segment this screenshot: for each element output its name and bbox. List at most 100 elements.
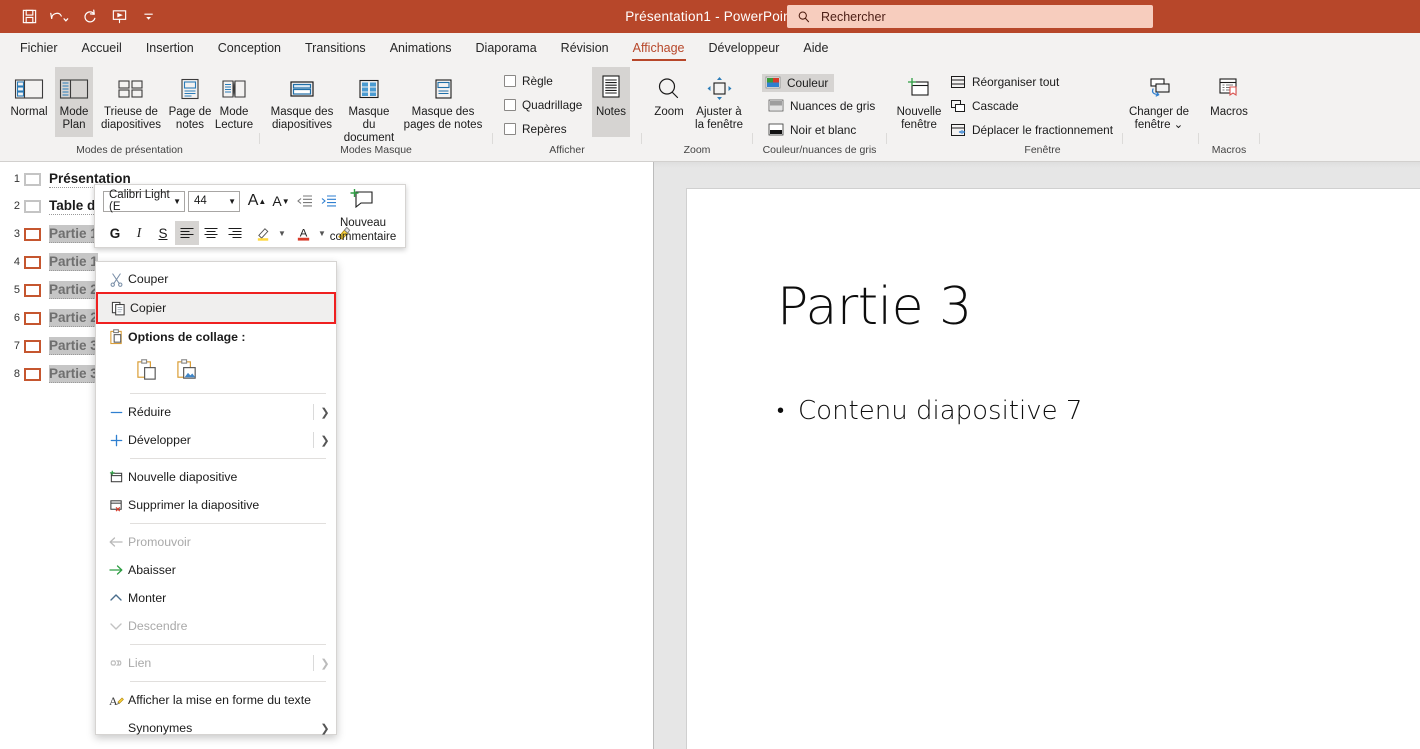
customize-qat-icon[interactable] [134,4,164,30]
checkbox-gridlines[interactable]: Quadrillage [504,98,582,112]
guides-checkbox[interactable] [504,123,516,135]
slide-thumb-icon [24,255,41,269]
menu-item-couper[interactable]: Couper [96,265,336,293]
shrink-font-button[interactable]: A ▼ [269,189,293,213]
tab-animations[interactable]: Animations [378,33,464,63]
gridlines-checkbox[interactable] [504,99,516,111]
checkbox-rule[interactable]: Règle [504,74,553,88]
outline-row-8[interactable]: 8 Partie 3 [4,362,98,386]
search-box[interactable]: Rechercher [787,5,1153,28]
menu-separator-4 [130,644,326,645]
bold-button[interactable]: G [103,221,127,245]
font-name-combo[interactable]: Calibri Light (E ▼ [103,189,185,213]
paste-keep-text-only-icon[interactable] [134,356,160,384]
menu-item-synonymes[interactable]: Synonymes ❯ [96,714,336,742]
move-split-button[interactable]: Déplacer le fractionnement [950,122,1113,138]
zoom-button[interactable]: Zoom [646,67,692,119]
italic-button[interactable]: I [127,221,151,245]
chevron-down-icon[interactable]: ▼ [228,197,236,206]
slide-canvas[interactable]: Partie 3 • Contenu diapositive 7 [686,188,1420,749]
font-color-icon[interactable]: A [291,221,315,245]
menu-item-copier[interactable]: Copier [96,292,336,324]
grow-font-label: A [247,192,259,209]
decrease-indent-icon[interactable] [293,189,317,213]
outline-row-6[interactable]: 6 Partie 2 [4,306,98,330]
menu-item-descendre: Descendre [96,612,336,640]
notes-master-button[interactable]: Masque des pages de notes [398,67,488,132]
outline-title: Partie 1 [49,225,98,243]
underline-button[interactable]: S [151,221,175,245]
tab-transitions[interactable]: Transitions [293,33,378,63]
tab-developpeur[interactable]: Développeur [697,33,792,63]
outline-row-4[interactable]: 4 Partie 1 [4,250,98,274]
switch-windows-label-2: fenêtre ⌄ [1134,119,1184,131]
menu-item-supprimer-diapositive[interactable]: Supprimer la diapositive [96,491,336,519]
new-comment-button[interactable]: Nouveau commentaire [327,188,399,244]
slide-master-button[interactable]: Masque des diapositives [263,67,341,132]
new-window-button[interactable]: Nouvelle fenêtre [890,67,948,132]
caret-up-icon: ▲ [258,196,267,206]
arrange-all-button[interactable]: Réorganiser tout [950,74,1059,90]
view-reading-button[interactable]: Mode Lecture [212,67,256,132]
paste-picture-icon[interactable] [174,356,200,384]
align-left-icon[interactable] [175,221,199,245]
menu-item-traduire[interactable]: あ Traduire [96,742,336,749]
handout-master-icon [354,72,384,106]
align-right-icon[interactable] [223,221,247,245]
start-slideshow-icon[interactable] [104,4,134,30]
view-slide-sorter-button[interactable]: Trieuse de diapositives [95,67,167,132]
menu-item-abaisser[interactable]: Abaisser [96,556,336,584]
slide-body-placeholder[interactable]: • Contenu diapositive 7 [777,396,1082,426]
chevron-right-icon: ❯ [320,434,330,447]
view-notes-page-button[interactable]: Page de notes [167,67,213,132]
grow-font-button[interactable]: A ▲ [245,189,269,213]
font-size-combo[interactable]: 44 ▼ [188,190,240,212]
slide-title-placeholder[interactable]: Partie 3 [777,277,972,337]
menu-item-nouvelle-diapositive[interactable]: Nouvelle diapositive [96,463,336,491]
color-button[interactable]: Couleur [762,74,835,92]
tab-aide[interactable]: Aide [791,33,840,63]
menu-item-reduire[interactable]: Réduire ❯ [96,398,336,426]
tab-fichier[interactable]: Fichier [8,33,70,63]
outline-title: Partie 3 [49,365,98,383]
undo-icon[interactable] [44,4,74,30]
fit-to-window-button[interactable]: Ajuster à la fenêtre [690,67,748,132]
tab-revision[interactable]: Révision [549,33,621,63]
menu-label-developper: Développer [128,433,191,447]
cascade-button[interactable]: Cascade [950,98,1019,114]
macros-icon [1214,72,1244,106]
redo-icon[interactable] [74,4,104,30]
notes-button[interactable]: Notes [592,67,630,137]
tab-affichage[interactable]: Affichage [621,33,697,63]
handout-master-button[interactable]: Masque du document [341,67,397,145]
paste-icon [104,329,128,345]
tab-accueil[interactable]: Accueil [70,33,134,63]
macros-button[interactable]: Macros [1202,67,1256,119]
outline-row-3[interactable]: 3 Partie 1 [4,222,98,246]
outline-view-icon [59,72,89,106]
black-and-white-button[interactable]: Noir et blanc [768,122,856,138]
switch-windows-label-1: Changer de [1128,106,1190,118]
tab-conception[interactable]: Conception [206,33,293,63]
switch-windows-button[interactable]: Changer de fenêtre ⌄ [1124,67,1194,132]
menu-item-monter[interactable]: Monter [96,584,336,612]
rule-checkbox[interactable] [504,75,516,87]
menu-item-developper[interactable]: Développer ❯ [96,426,336,454]
grayscale-button[interactable]: Nuances de gris [768,98,875,114]
slide-thumb-icon [24,339,41,353]
tab-insertion[interactable]: Insertion [134,33,206,63]
outline-row-7[interactable]: 7 Partie 3 [4,334,98,358]
chevron-down-icon[interactable]: ▼ [173,197,181,206]
group-label-show: Afficher [549,144,585,156]
tab-diaporama[interactable]: Diaporama [464,33,549,63]
align-center-icon[interactable] [199,221,223,245]
outline-row-5[interactable]: 5 Partie 2 [4,278,98,302]
view-outline-button[interactable]: Mode Plan [55,67,93,137]
menu-item-afficher-mise-en-forme[interactable]: A Afficher la mise en forme du texte [96,686,336,714]
highlight-dropdown-icon[interactable]: ▼ [275,221,289,245]
save-icon[interactable] [14,4,44,30]
view-normal-button[interactable]: Normal [6,67,52,119]
checkbox-guides[interactable]: Repères [504,122,567,136]
group-label-window: Fenêtre [1024,144,1061,156]
highlight-icon[interactable] [251,221,275,245]
